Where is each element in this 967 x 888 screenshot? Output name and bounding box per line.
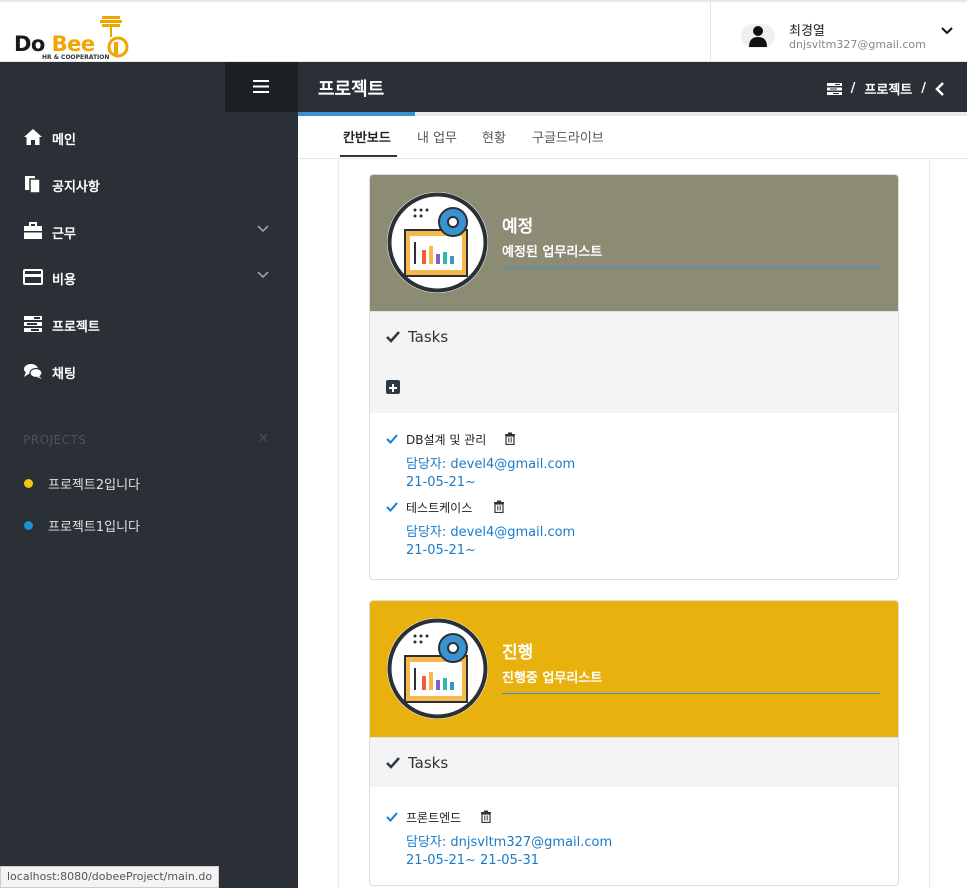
project-dot (24, 479, 33, 488)
tasks-icon (24, 316, 42, 332)
sidebar-item-project[interactable]: 프로젝트 (0, 303, 298, 343)
tab-bar: 칸반보드 내 업무 현황 구글드라이브 (298, 116, 967, 159)
tasks-section: Tasks (370, 311, 898, 413)
project-item-2[interactable]: 프로젝트2입니다 (0, 468, 298, 498)
board-title: 예정 (502, 217, 534, 237)
sidebar-item-label: 근무 (52, 227, 76, 242)
board-title: 진행 (502, 643, 534, 663)
logo-text: Do Bee (14, 32, 95, 56)
plus-icon (389, 384, 397, 392)
sidebar-item-label: 프로젝트 (52, 320, 100, 335)
sidebar-item-notice[interactable]: 공지사항 (0, 163, 298, 203)
board-illustration-icon (387, 192, 488, 293)
sidebar-item-cost[interactable]: 비용 (0, 256, 298, 296)
active-tab-indicator (340, 155, 397, 157)
trash-icon[interactable] (480, 810, 492, 823)
sidebar-item-label: 메인 (52, 133, 76, 148)
add-task-button[interactable] (386, 380, 400, 394)
user-email: dnjsvltm327@gmail.com (789, 38, 926, 51)
board-illustration-icon (387, 618, 488, 719)
task-name: 테스트케이스 (406, 501, 473, 515)
briefcase-icon (24, 222, 42, 239)
task-item[interactable]: DB설계 및 관리 담당자: devel4@gmail.com 21-05-21… (370, 429, 898, 497)
user-menu[interactable]: 최경열 dnjsvltm327@gmail.com (710, 2, 967, 62)
sidebar-item-label: 채팅 (52, 367, 76, 382)
home-icon (24, 129, 42, 145)
sidebar-item-chat[interactable]: 채팅 (0, 350, 298, 390)
board-header: 예정 예정된 업무리스트 (370, 175, 898, 311)
breadcrumb-separator: / (850, 81, 856, 96)
tab-my-tasks[interactable]: 내 업무 (417, 127, 457, 146)
chevron-left-icon[interactable] (935, 81, 945, 96)
board-subtitle: 예정된 업무리스트 (502, 245, 603, 260)
sidebar-item-label: 공지사항 (52, 180, 100, 195)
project-dot (24, 521, 33, 530)
projects-close-icon[interactable]: × (258, 431, 269, 446)
kanban-board-in-progress: 진행 진행중 업무리스트 Tasks 프론트엔드 담당자: dnjsvltm32… (369, 600, 899, 886)
page-title: 프로젝트 (318, 79, 385, 100)
hamburger-icon (253, 80, 269, 93)
page-header: 프로젝트 / 프로젝트 / (298, 62, 967, 112)
task-name: DB설계 및 관리 (406, 433, 487, 447)
user-icon (749, 26, 767, 47)
sidebar: 메인 공지사항 근무 비용 프로젝트 채팅 PROJECTS × 프로젝트2입니… (0, 62, 298, 888)
tasks-section: Tasks (370, 737, 898, 787)
check-icon (386, 812, 398, 822)
sidebar-item-label: 비용 (52, 273, 76, 288)
task-assignee: 담당자: dnjsvltm327@gmail.com (406, 835, 613, 850)
chart-gear-icon (387, 618, 488, 719)
board-subtitle: 진행중 업무리스트 (502, 671, 603, 686)
top-header: Do Bee HR & COOPERATION 최경열 dnjsvltm327@… (0, 0, 967, 62)
task-date: 21-05-21~ 21-05-31 (406, 853, 540, 868)
project-label: 프로젝트1입니다 (48, 520, 140, 535)
sidebar-item-work[interactable]: 근무 (0, 210, 298, 250)
breadcrumb-separator: / (921, 81, 926, 96)
trash-icon[interactable] (504, 432, 516, 445)
tab-kanban[interactable]: 칸반보드 (343, 127, 391, 146)
breadcrumb-current[interactable]: 프로젝트 (864, 79, 912, 98)
check-icon (386, 331, 400, 343)
tasks-icon (826, 82, 842, 95)
task-item[interactable]: 테스트케이스 담당자: devel4@gmail.com 21-05-21~ (370, 497, 898, 565)
projects-header: PROJECTS (23, 433, 87, 447)
logo-subtitle: HR & COOPERATION (42, 54, 110, 61)
check-icon (386, 757, 400, 769)
task-item[interactable]: 프론트엔드 담당자: dnjsvltm327@gmail.com 21-05-2… (370, 807, 898, 875)
task-assignee: 담당자: devel4@gmail.com (406, 457, 576, 472)
menu-toggle-button[interactable] (225, 62, 298, 112)
task-date: 21-05-21~ (406, 543, 476, 558)
task-date: 21-05-21~ (406, 475, 476, 490)
tasks-label: Tasks (386, 754, 448, 772)
tab-google-drive[interactable]: 구글드라이브 (532, 127, 604, 146)
status-bar-url: localhost:8080/dobeeProject/main.do (0, 866, 220, 888)
avatar (741, 24, 775, 48)
breadcrumb: / 프로젝트 / (826, 79, 945, 98)
project-item-1[interactable]: 프로젝트1입니다 (0, 510, 298, 540)
check-icon (386, 502, 398, 512)
task-assignee: 담당자: devel4@gmail.com (406, 525, 576, 540)
chart-gear-icon (387, 192, 488, 293)
credit-card-icon (23, 269, 43, 285)
user-name: 최경열 (789, 24, 825, 39)
documents-icon (25, 176, 41, 193)
project-label: 프로젝트2입니다 (48, 478, 140, 493)
task-name: 프론트엔드 (406, 811, 462, 825)
kanban-content[interactable]: 예정 예정된 업무리스트 Tasks DB설계 및 관리 담당자: devel4… (298, 159, 967, 888)
check-icon (386, 434, 398, 444)
trash-icon[interactable] (493, 500, 505, 513)
sidebar-item-main[interactable]: 메인 (0, 116, 298, 156)
comments-icon (24, 364, 43, 379)
chevron-down-icon[interactable] (941, 26, 953, 36)
kanban-board-planned: 예정 예정된 업무리스트 Tasks DB설계 및 관리 담당자: devel4… (369, 174, 899, 580)
tasks-label: Tasks (386, 328, 448, 346)
dobee-logo[interactable]: Do Bee HR & COOPERATION (12, 14, 137, 62)
chevron-down-icon (257, 271, 269, 279)
board-header: 진행 진행중 업무리스트 (370, 601, 898, 737)
chevron-down-icon (257, 225, 269, 233)
tab-status[interactable]: 현황 (482, 127, 506, 146)
